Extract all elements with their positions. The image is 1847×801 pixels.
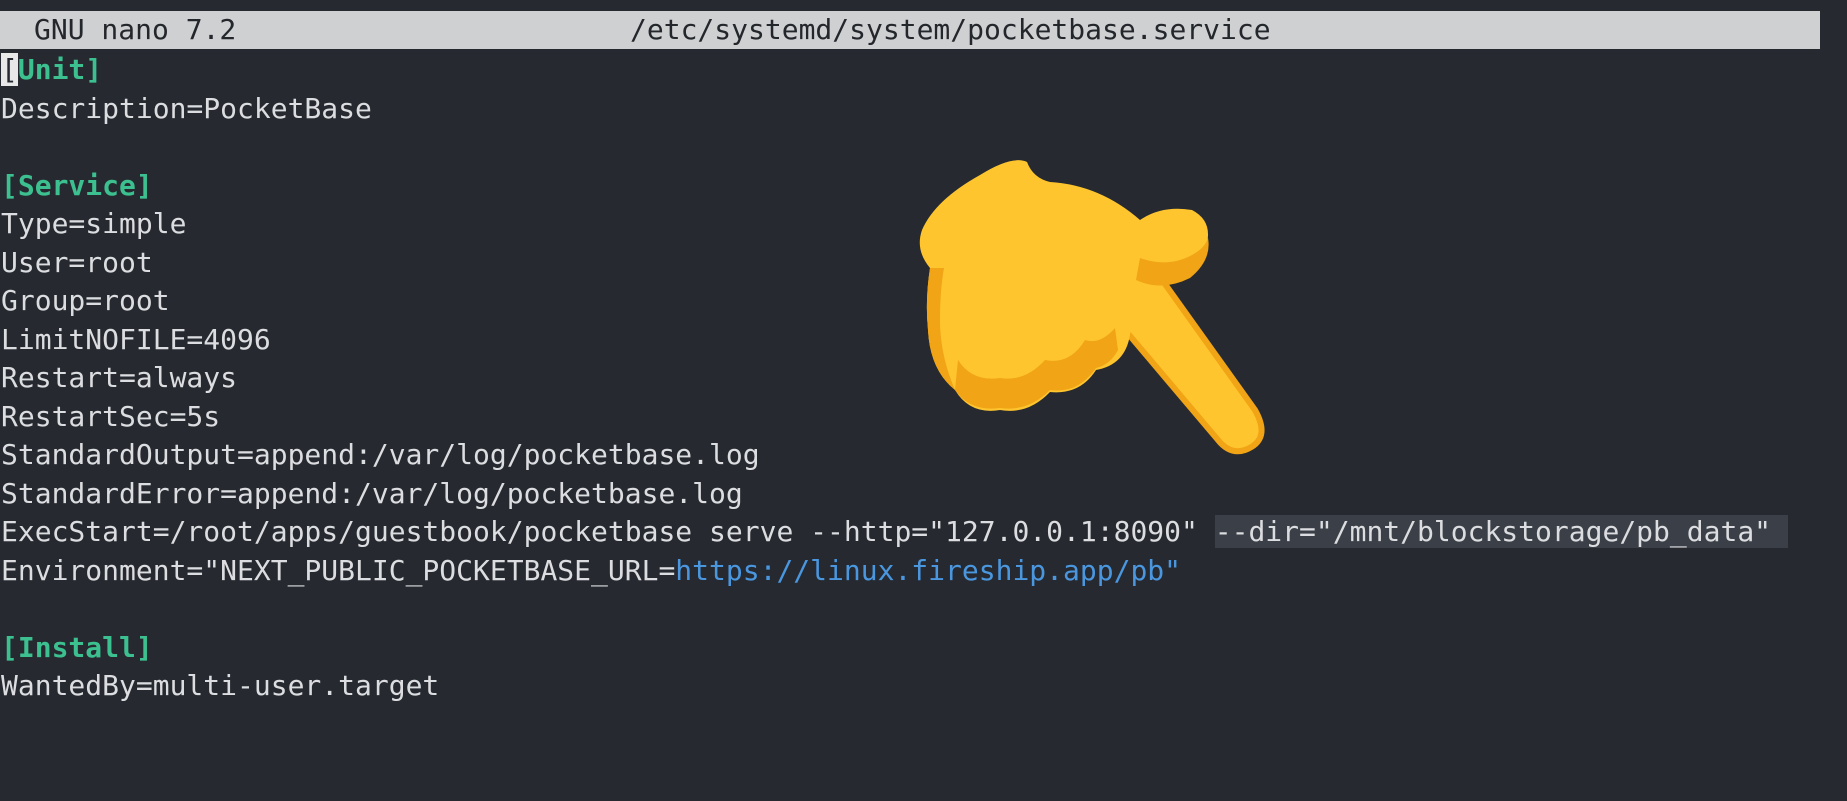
editor-line[interactable]: WantedBy=multi-user.target — [1, 667, 1841, 706]
environment-prefix: Environment="NEXT_PUBLIC_POCKETBASE_URL= — [1, 553, 676, 587]
editor-line-exec-start[interactable]: ExecStart=/root/apps/guestbook/pocketbas… — [1, 513, 1841, 552]
section-header-service: Service — [17, 168, 136, 202]
exec-start-text: ExecStart=/root/apps/guestbook/pocketbas… — [1, 515, 1215, 548]
pointing-down-hand-icon — [919, 160, 1265, 455]
environment-suffix: " — [1164, 553, 1182, 587]
editor-line-environment[interactable]: Environment="NEXT_PUBLIC_POCKETBASE_URL=… — [1, 552, 1841, 591]
section-bracket: [ — [1, 630, 18, 664]
editor-line[interactable]: Description=PocketBase — [1, 90, 1841, 129]
nano-title-bar: GNU nano 7.2 /etc/systemd/system/pocketb… — [0, 11, 1820, 49]
editor-line[interactable]: [Install] — [1, 629, 1841, 668]
text-cursor: [ — [1, 53, 18, 86]
file-path: /etc/systemd/system/pocketbase.service — [630, 13, 1271, 46]
section-header-install: Install — [17, 630, 136, 664]
editor-line[interactable]: [Unit] — [1, 51, 1841, 90]
section-bracket: ] — [135, 630, 153, 664]
section-bracket: ] — [85, 53, 103, 86]
selected-dir-argument[interactable]: --dir="/mnt/blockstorage/pb_data" — [1214, 515, 1788, 548]
editor-line[interactable]: StandardError=append:/var/log/pocketbase… — [1, 475, 1841, 514]
section-header-unit: Unit — [17, 53, 86, 86]
section-bracket: [ — [1, 168, 18, 202]
pocketbase-url: https://linux.fireship.app/pb — [675, 553, 1165, 587]
app-version: GNU nano 7.2 — [34, 13, 237, 46]
editor-line-blank[interactable] — [1, 590, 1841, 629]
section-bracket: ] — [135, 168, 153, 202]
